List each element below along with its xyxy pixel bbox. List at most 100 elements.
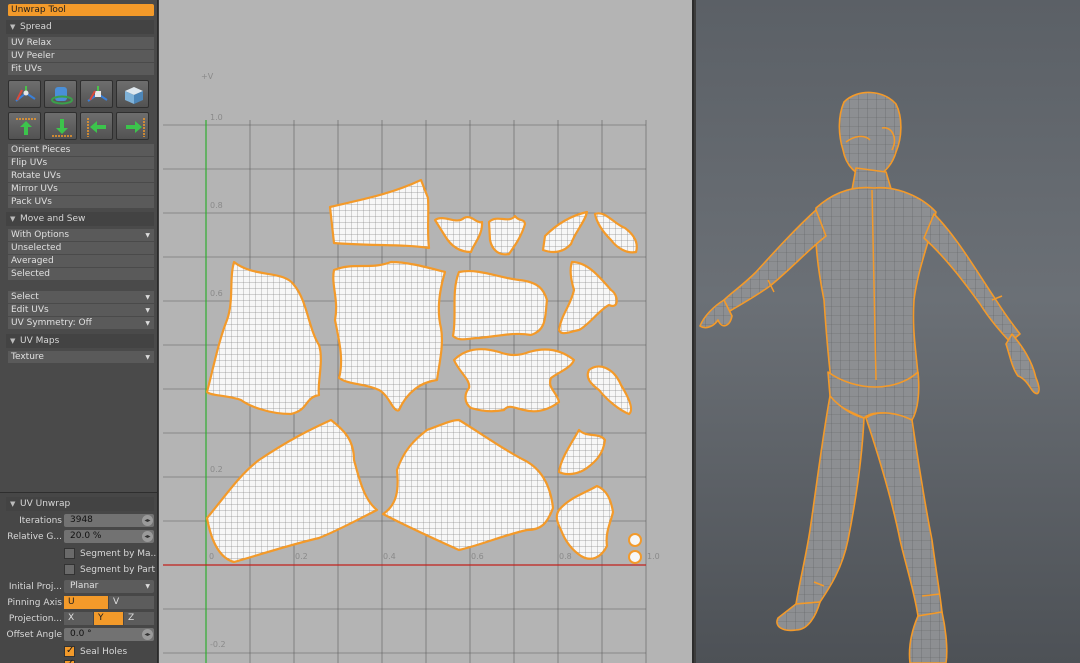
uv-island-sleeve <box>451 270 549 341</box>
uv-island-shoe <box>555 484 615 560</box>
uv-island-small-2 <box>557 428 607 476</box>
offset-angle-field[interactable]: 0.0 ° ◂▸ <box>64 628 154 641</box>
fit-uvs-button[interactable]: Fit UVs <box>8 63 154 76</box>
sew-unselected-button[interactable]: Unselected <box>8 242 154 255</box>
segment-part-row: Segment by Part <box>0 563 157 577</box>
v-axis-label: +V <box>201 72 214 81</box>
pinning-axis-u[interactable]: U <box>64 596 108 609</box>
move-sew-options-dropdown[interactable]: With Options <box>8 229 154 242</box>
move-uv-icon[interactable] <box>8 80 41 108</box>
unwrap-tool-button[interactable]: Unwrap Tool <box>8 4 154 17</box>
x-tick-5: 1.0 <box>647 552 660 561</box>
uv-island-hood <box>328 178 431 250</box>
mirror-uvs-button[interactable]: Mirror UVs <box>8 183 154 196</box>
projection-axis-z[interactable]: Z <box>124 612 154 625</box>
initial-projection-row: Initial Proj... Planar <box>0 580 157 594</box>
model-foot-left <box>776 601 821 632</box>
pinning-axis-label: Pinning Axis <box>7 598 62 608</box>
uv-island-hand-3 <box>541 210 589 254</box>
spinner-icon[interactable]: ◂▸ <box>142 515 153 526</box>
seal-holes-row: Seal Holes <box>0 644 157 659</box>
uv-island-hand-1 <box>433 216 484 254</box>
rotate-cylinder-icon[interactable] <box>44 80 77 108</box>
uv-canvas[interactable] <box>159 0 694 663</box>
uv-island-pelvis <box>452 348 576 413</box>
edit-uvs-dropdown[interactable]: Edit UVs <box>8 304 154 317</box>
uv-unwrap-properties-header[interactable]: ▼ UV Unwrap <box>6 497 154 511</box>
seal-holes-checkbox[interactable] <box>64 644 75 658</box>
uv-island-arm-piece <box>557 260 618 335</box>
model-leg-left <box>795 395 865 605</box>
model-head <box>838 91 902 179</box>
x-tick-1: 0.2 <box>295 552 308 561</box>
pinning-axis-row: Pinning Axis U V <box>0 596 157 610</box>
model-arm-right <box>923 213 1021 343</box>
model-hand-right <box>1005 333 1040 395</box>
y-tick-2: 0.8 <box>210 201 223 210</box>
sew-selected-button[interactable]: Selected <box>8 268 154 281</box>
uv-island-thigh-1 <box>205 418 379 564</box>
rotate-uvs-button[interactable]: Rotate UVs <box>8 170 154 183</box>
pinning-axis-selector: U V <box>64 596 154 609</box>
collapse-triangle-icon: ▼ <box>10 500 16 508</box>
segment-by-part-checkbox[interactable] <box>64 564 75 575</box>
segment-by-material-label: Segment by Ma... <box>80 549 158 559</box>
projection-axis-label: Projection... <box>8 614 62 624</box>
x-tick-2: 0.4 <box>383 552 396 561</box>
collapse-triangle-icon: ▼ <box>10 215 16 223</box>
segment-by-part-label: Segment by Part <box>80 565 156 575</box>
offset-angle-row: Offset Angle 0.0 ° ◂▸ <box>0 628 157 642</box>
model-leg-right <box>865 412 943 617</box>
offset-angle-label: Offset Angle <box>6 630 62 640</box>
model-foot-right <box>908 611 948 663</box>
uv-relax-button[interactable]: UV Relax <box>8 37 154 50</box>
segment-by-material-checkbox[interactable] <box>64 548 75 559</box>
uv-island-small-1 <box>586 365 633 416</box>
humanoid-model[interactable] <box>696 0 1080 663</box>
flip-uvs-button[interactable]: Flip UVs <box>8 157 154 170</box>
uv-island-hand-2 <box>487 214 527 256</box>
pack-uvs-button[interactable]: Pack UVs <box>8 196 154 209</box>
y-tick-1: 1.0 <box>210 113 223 122</box>
uv-island-back-torso <box>332 260 447 412</box>
projection-axis-selector: X Y Z <box>64 612 154 625</box>
3d-viewport[interactable] <box>696 0 1080 663</box>
projection-axis-row: Projection... X Y Z <box>0 612 157 626</box>
uv-maps-section-header[interactable]: ▼ UV Maps <box>6 334 154 348</box>
initial-projection-label: Initial Proj... <box>8 582 62 592</box>
uv-viewport[interactable]: +V 1.0 0.8 0.6 0.2 -0.2 0 0.2 0.4 0.6 0.… <box>159 0 694 663</box>
pinning-axis-v[interactable]: V <box>109 596 154 609</box>
select-dropdown[interactable]: Select <box>8 291 154 304</box>
y-tick-5: -0.2 <box>210 640 226 649</box>
align-left-icon[interactable] <box>80 112 113 140</box>
iterations-field[interactable]: 3948 ◂▸ <box>64 514 154 527</box>
collapse-triangle-icon: ▼ <box>10 23 16 31</box>
box-project-icon[interactable] <box>116 80 149 108</box>
align-bottom-icon[interactable] <box>44 112 77 140</box>
orient-pieces-button[interactable]: Orient Pieces <box>8 144 154 157</box>
spread-section-header[interactable]: ▼ Spread <box>6 20 154 34</box>
sew-averaged-button[interactable]: Averaged <box>8 255 154 268</box>
collapse-triangle-icon: ▼ <box>10 337 16 345</box>
projection-axis-x[interactable]: X <box>64 612 93 625</box>
segment-material-row: Segment by Ma... <box>0 547 158 561</box>
iterations-row: Iterations 3948 ◂▸ <box>0 514 157 528</box>
spinner-icon[interactable]: ◂▸ <box>142 531 153 542</box>
scale-uv-icon[interactable] <box>80 80 113 108</box>
x-tick-0: 0 <box>209 552 215 561</box>
relative-gap-label: Relative G... <box>7 532 62 542</box>
y-tick-4: 0.2 <box>210 465 223 474</box>
iterations-label: Iterations <box>19 516 62 526</box>
move-and-sew-section-header[interactable]: ▼ Move and Sew <box>6 212 154 226</box>
initial-projection-dropdown[interactable]: Planar <box>64 580 154 593</box>
relative-gap-field[interactable]: 20.0 % ◂▸ <box>64 530 154 543</box>
uv-island-front-torso <box>205 260 322 416</box>
align-right-icon[interactable] <box>116 112 149 140</box>
uv-island-dot-2 <box>628 550 642 564</box>
texture-map-dropdown[interactable]: Texture <box>8 351 154 364</box>
align-top-icon[interactable] <box>8 112 41 140</box>
projection-axis-y[interactable]: Y <box>94 612 123 625</box>
uv-peeler-button[interactable]: UV Peeler <box>8 50 154 63</box>
uv-symmetry-dropdown[interactable]: UV Symmetry: Off <box>8 317 154 330</box>
spinner-icon[interactable]: ◂▸ <box>142 629 153 640</box>
